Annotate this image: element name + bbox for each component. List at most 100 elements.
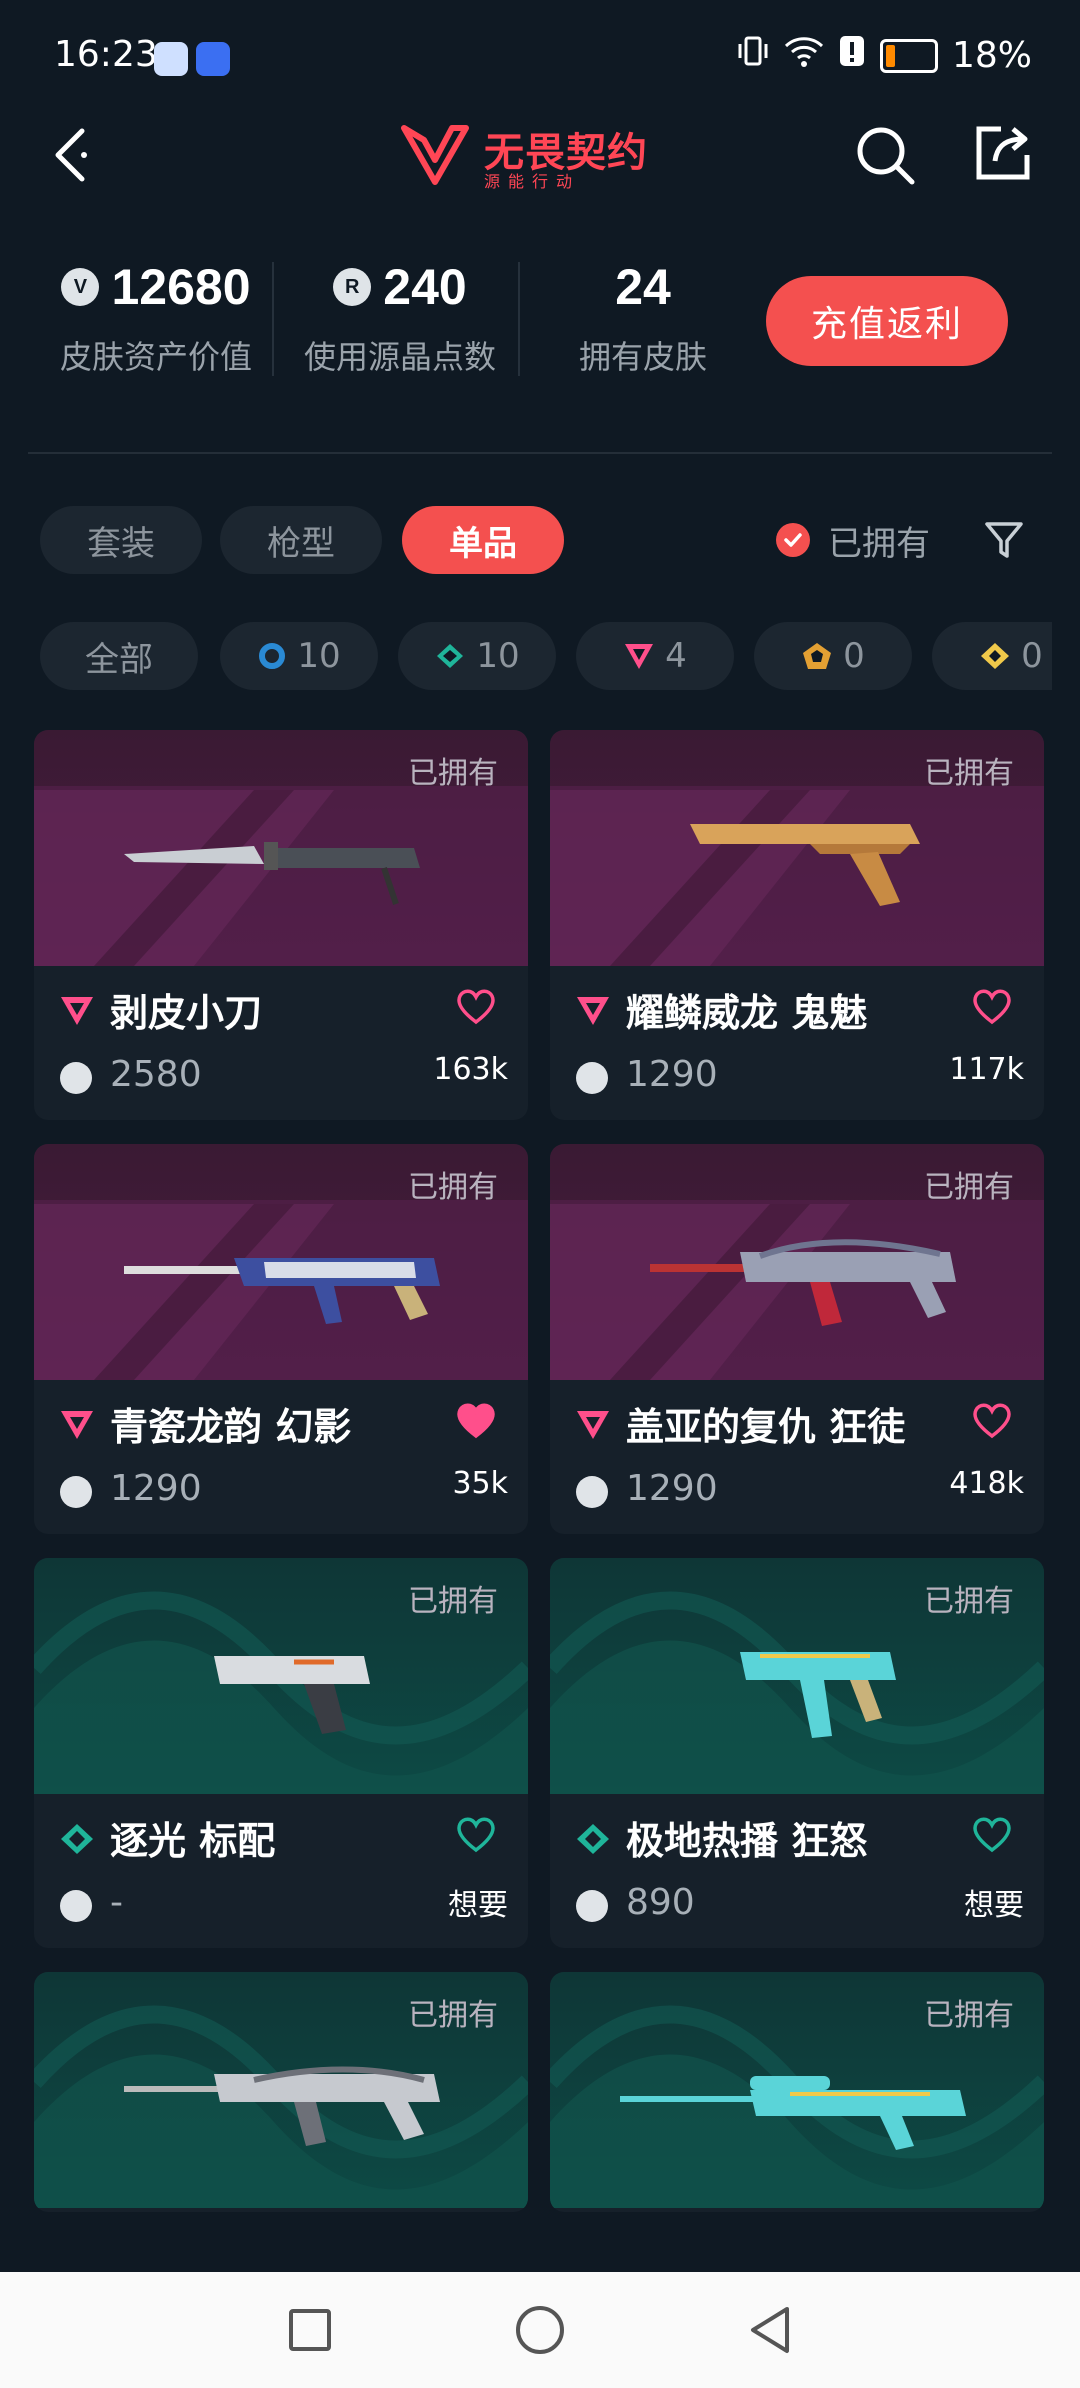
asset-value: 12680 — [111, 259, 251, 315]
skins-owned-value: 24 — [615, 259, 671, 315]
want-label: 想要 — [964, 1888, 1024, 1923]
like-count: 418k — [949, 1466, 1024, 1501]
heart-outline-icon[interactable] — [970, 1814, 1014, 1854]
skin-title: 剥皮小刀 — [110, 991, 263, 1035]
owned-label: 已拥有 — [924, 1584, 1014, 1619]
skin-price: 890 — [626, 1882, 695, 1923]
triangle-back-icon — [751, 2307, 789, 2353]
skin-card[interactable]: 已拥有 青瓷龙韵 幻影 35k 1290 — [34, 1144, 528, 1534]
skin-title: 逐光 标配 — [110, 1819, 276, 1863]
back-nav-button[interactable] — [740, 2300, 800, 2360]
chip-label: 全部 — [85, 639, 153, 680]
skins-owned-label: 拥有皮肤 — [578, 338, 707, 376]
premium-tier-icon — [577, 997, 609, 1025]
back-button[interactable] — [42, 120, 102, 190]
valorant-points-icon — [576, 1062, 608, 1094]
heart-outline-icon[interactable] — [970, 986, 1014, 1026]
tab-single-items[interactable]: 单品 — [402, 506, 564, 574]
status-bar: 16:23 18% — [0, 0, 1080, 118]
ghost-pistol-skin-image — [690, 824, 920, 906]
status-time: 16:23 — [54, 34, 158, 75]
vibrate-icon — [736, 34, 770, 77]
owned-label: 已拥有 — [408, 756, 498, 791]
battery-percent: 18% — [951, 35, 1032, 76]
chip-exclusive-tier[interactable]: 0 — [754, 622, 912, 690]
checkmark-icon — [776, 523, 810, 557]
skin-card[interactable]: 已拥有 耀鳞威龙 鬼魅 117k 1290 — [550, 730, 1044, 1120]
like-count: 35k — [452, 1466, 508, 1501]
logo-subtitle: 源能行动 — [484, 172, 581, 191]
skin-card[interactable]: 已拥有 逐光 标配 想要 - — [34, 1558, 528, 1948]
heart-outline-icon[interactable] — [970, 1400, 1014, 1440]
skin-card[interactable]: 已拥有 — [34, 1972, 528, 2212]
like-count: 117k — [949, 1052, 1024, 1087]
select-tier-icon — [259, 643, 286, 669]
share-button[interactable] — [968, 118, 1038, 188]
owned-label: 已拥有 — [924, 756, 1014, 791]
status-right: 18% — [736, 34, 1032, 77]
owned-label: 已拥有 — [924, 1170, 1014, 1205]
alert-icon — [838, 34, 866, 77]
knife-skin-image — [124, 842, 420, 905]
chip-premium-tier[interactable]: 4 — [576, 622, 734, 690]
valorant-points-icon: V — [61, 268, 100, 306]
skin-title: 青瓷龙韵 幻影 — [110, 1405, 352, 1449]
chip-all[interactable]: 全部 — [40, 622, 198, 690]
chip-deluxe-tier[interactable]: 10 — [398, 622, 556, 690]
tab-weapon-types[interactable]: 枪型 — [220, 506, 382, 574]
skin-card[interactable]: 已拥有 — [550, 1972, 1044, 2212]
filter-button[interactable] — [976, 512, 1032, 568]
share-icon — [976, 126, 1030, 180]
heart-filled-icon[interactable] — [454, 1400, 498, 1440]
divider — [272, 262, 274, 376]
filter-funnel-icon — [985, 522, 1023, 558]
sniper-skin-image — [620, 2076, 966, 2150]
premium-tier-icon — [577, 1411, 609, 1439]
owned-filter-toggle[interactable]: 已拥有 — [776, 512, 930, 568]
recharge-rebate-button[interactable]: 充值返利 — [766, 276, 1008, 366]
skins-owned-stat: 24 拥有皮肤 — [530, 258, 756, 378]
chip-ultra-tier[interactable]: 0 — [932, 622, 1052, 690]
home-button[interactable] — [510, 2300, 570, 2360]
skin-price: 2580 — [110, 1054, 202, 1095]
divider — [518, 262, 520, 376]
radianite-points-icon: R — [333, 268, 372, 306]
exclusive-tier-icon — [803, 643, 832, 669]
circle-icon — [516, 2306, 564, 2354]
rifle-skin-image — [124, 2066, 440, 2146]
skin-card[interactable]: 已拥有 极地热播 狂怒 想要 890 — [550, 1558, 1044, 1948]
owned-filter-label: 已拥有 — [828, 523, 930, 564]
ultra-tier-icon — [981, 643, 1010, 669]
system-nav-bar — [0, 2272, 1080, 2388]
search-button[interactable] — [850, 120, 920, 190]
tab-bundles[interactable]: 套装 — [40, 506, 202, 574]
like-count: 163k — [433, 1052, 508, 1087]
vandal-rifle-skin-image — [650, 1239, 956, 1326]
premium-tier-icon — [625, 644, 654, 669]
valorant-logo-icon — [401, 125, 469, 185]
chip-label: 10 — [476, 636, 520, 676]
chip-label: 4 — [665, 636, 687, 676]
tier-filter-row: 全部 10 10 4 0 0 — [40, 622, 1052, 690]
valorant-points-icon — [60, 1476, 92, 1508]
heart-outline-icon[interactable] — [454, 986, 498, 1026]
recents-button[interactable] — [280, 2300, 340, 2360]
rp-used-label: 使用源晶点数 — [303, 338, 496, 376]
owned-label: 已拥有 — [408, 1170, 498, 1205]
valorant-points-icon — [60, 1062, 92, 1094]
heart-outline-icon[interactable] — [454, 1814, 498, 1854]
want-label: 想要 — [448, 1888, 508, 1923]
wifi-icon — [784, 34, 824, 77]
chip-select-tier[interactable]: 10 — [220, 622, 378, 690]
skin-card[interactable]: 已拥有 剥皮小刀 163k 2580 — [34, 730, 528, 1120]
app-logo: 无畏契约 源能行动 — [400, 118, 690, 198]
skin-title: 耀鳞威龙 鬼魅 — [626, 991, 868, 1035]
deluxe-tier-icon — [577, 1824, 609, 1854]
phantom-rifle-skin-image — [124, 1258, 440, 1324]
chip-label: 10 — [297, 636, 341, 676]
app-notification-icon — [154, 42, 188, 76]
asset-value-label: 皮肤资产价值 — [59, 338, 252, 376]
valorant-points-icon — [576, 1890, 608, 1922]
skin-card[interactable]: 已拥有 盖亚的复仇 狂徒 418k 1290 — [550, 1144, 1044, 1534]
premium-tier-icon — [61, 997, 93, 1025]
